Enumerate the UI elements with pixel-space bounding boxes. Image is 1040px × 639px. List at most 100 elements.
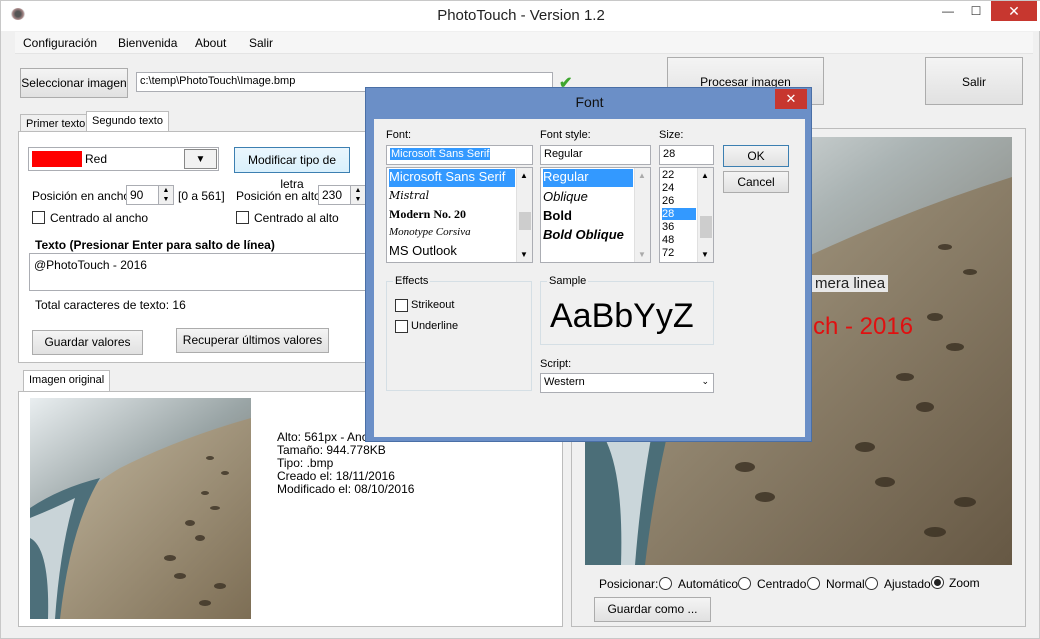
- font-dialog: Font ✕ Font: Microsoft Sans Serif Micros…: [365, 87, 812, 442]
- chevron-down-icon: ⌄: [701, 376, 709, 386]
- scroll-down-icon[interactable]: ▼: [638, 250, 646, 259]
- radio-normal-label: Normal: [826, 577, 865, 591]
- ok-button[interactable]: OK: [723, 145, 789, 167]
- select-image-button[interactable]: Seleccionar imagen: [20, 68, 128, 98]
- font-item-modern[interactable]: Modern No. 20: [389, 207, 466, 222]
- font-item-mistral[interactable]: Mistral: [389, 189, 429, 202]
- scroll-down-icon[interactable]: ▼: [520, 250, 528, 259]
- size-item[interactable]: 22: [662, 169, 674, 181]
- radio-normal[interactable]: [807, 577, 820, 590]
- font-size-list[interactable]: 22 24 26 28 36 48 72 ▲ ▼: [659, 167, 714, 263]
- sample-label: Sample: [547, 275, 589, 287]
- color-label: Red: [85, 152, 108, 166]
- strikeout-label: Strikeout: [411, 299, 455, 311]
- font-dialog-body: Font: Microsoft Sans Serif Microsoft San…: [374, 119, 805, 437]
- maximize-button[interactable]: ☐: [963, 1, 989, 23]
- size-item[interactable]: 72: [662, 247, 674, 259]
- save-as-button[interactable]: Guardar como ...: [594, 597, 711, 622]
- font-item-corsiva[interactable]: Monotype Corsiva: [389, 226, 471, 238]
- effects-label: Effects: [393, 275, 431, 287]
- center-x-label: Centrado al ancho: [50, 211, 149, 225]
- radio-zoom-label: Zoom: [949, 576, 980, 590]
- effects-group: [386, 281, 532, 391]
- menu-configuracion[interactable]: Configuración: [23, 36, 97, 50]
- radio-automatico-label: Automático: [678, 577, 739, 591]
- script-select[interactable]: Western ⌄: [540, 373, 714, 393]
- font-style-list[interactable]: Regular Oblique Bold Bold Oblique ▲ ▼: [540, 167, 651, 263]
- style-item-oblique[interactable]: Oblique: [543, 189, 588, 204]
- size-item[interactable]: 48: [662, 234, 674, 246]
- center-x-checkbox[interactable]: [32, 211, 45, 224]
- pos-x-label: Posición en ancho:: [32, 189, 134, 203]
- style-item-bold[interactable]: Bold: [543, 208, 572, 223]
- cancel-button[interactable]: Cancel: [723, 171, 789, 193]
- font-item-ms-sans[interactable]: Microsoft Sans Serif: [389, 169, 515, 187]
- style-item-regular[interactable]: Regular: [543, 169, 633, 187]
- strikeout-checkbox[interactable]: [395, 299, 408, 312]
- scroll-down-icon[interactable]: ▼: [701, 250, 709, 259]
- pos-x-field[interactable]: 90: [126, 185, 160, 205]
- window-title: PhotoTouch - Version 1.2: [437, 7, 605, 24]
- color-swatch: [32, 151, 82, 167]
- info-modified: Modificado el: 08/10/2016: [277, 482, 415, 496]
- pos-x-stepper[interactable]: ▲ ▼: [158, 185, 174, 205]
- menu-bar: Configuración Bienvenida About Salir: [15, 32, 1033, 54]
- font-name-field[interactable]: Microsoft Sans Serif: [386, 145, 533, 165]
- font-size-field[interactable]: 28: [659, 145, 714, 165]
- tab-first-text[interactable]: Primer texto: [20, 114, 92, 132]
- save-values-button[interactable]: Guardar valores: [32, 330, 143, 355]
- size-item[interactable]: 36: [662, 221, 674, 233]
- font-item-outlook[interactable]: MS Outlook: [389, 243, 457, 258]
- center-y-label: Centrado al alto: [254, 211, 339, 225]
- center-y-checkbox[interactable]: [236, 211, 249, 224]
- close-window-button[interactable]: ✕: [991, 1, 1037, 21]
- tab-second-text[interactable]: Segundo texto: [86, 111, 169, 133]
- recover-values-button[interactable]: Recuperar últimos valores: [176, 328, 329, 353]
- font-style-field[interactable]: Regular: [540, 145, 651, 165]
- size-item-selected[interactable]: 28: [662, 208, 696, 220]
- scroll-up-icon[interactable]: ▲: [701, 171, 709, 180]
- menu-salir[interactable]: Salir: [249, 36, 273, 50]
- position-label: Posicionar:: [599, 577, 659, 591]
- exit-button[interactable]: Salir: [925, 57, 1023, 105]
- pos-x-range: [0 a 561]: [178, 189, 225, 203]
- script-label: Script:: [540, 358, 572, 370]
- text-label: Texto (Presionar Enter para salto de lín…: [35, 238, 275, 252]
- sample-text: AaBbYyZ: [550, 297, 694, 335]
- minimize-button[interactable]: —: [935, 1, 961, 23]
- radio-zoom[interactable]: [931, 576, 944, 589]
- style-list-scrollbar[interactable]: ▲ ▼: [634, 168, 650, 262]
- title-bar: PhotoTouch - Version 1.2 — ☐ ✕: [1, 1, 1040, 31]
- color-select[interactable]: Red ▼: [28, 147, 219, 171]
- font-label: Font:: [386, 129, 412, 141]
- text-input[interactable]: @PhotoTouch - 2016: [29, 253, 381, 291]
- chevron-down-icon[interactable]: ▼: [184, 149, 217, 169]
- font-dialog-close-button[interactable]: ✕: [775, 89, 807, 109]
- style-item-bold-oblique[interactable]: Bold Oblique: [543, 227, 624, 242]
- scroll-up-icon[interactable]: ▲: [638, 171, 646, 180]
- menu-bienvenida[interactable]: Bienvenida: [118, 36, 177, 50]
- font-list[interactable]: Microsoft Sans Serif Mistral Modern No. …: [386, 167, 533, 263]
- size-list-scroll-thumb[interactable]: [700, 216, 712, 238]
- radio-automatico[interactable]: [659, 577, 672, 590]
- modify-font-button[interactable]: Modificar tipo de letra: [234, 147, 350, 191]
- font-list-scrollbar[interactable]: ▲ ▼: [516, 168, 532, 262]
- info-type: Tipo: .bmp: [277, 456, 334, 470]
- underline-checkbox[interactable]: [395, 320, 408, 333]
- info-created: Creado el: 18/11/2016: [277, 469, 395, 483]
- tab-original-image[interactable]: Imagen original: [23, 370, 111, 392]
- radio-ajustado[interactable]: [865, 577, 878, 590]
- size-item[interactable]: 26: [662, 195, 674, 207]
- size-list-scrollbar[interactable]: ▲ ▼: [697, 168, 713, 262]
- underline-label: Underline: [411, 320, 459, 332]
- font-name-value: Microsoft Sans Serif: [390, 148, 491, 160]
- font-list-scroll-thumb[interactable]: [519, 212, 531, 230]
- scroll-up-icon[interactable]: ▲: [520, 171, 528, 180]
- pos-y-stepper[interactable]: ▲ ▼: [350, 185, 366, 205]
- radio-ajustado-label: Ajustado: [884, 577, 931, 591]
- size-item[interactable]: 24: [662, 182, 674, 194]
- main-window: PhotoTouch - Version 1.2 — ☐ ✕ Configura…: [0, 0, 1040, 639]
- radio-centrado[interactable]: [738, 577, 751, 590]
- pos-y-field[interactable]: 230: [318, 185, 352, 205]
- menu-about[interactable]: About: [195, 36, 226, 50]
